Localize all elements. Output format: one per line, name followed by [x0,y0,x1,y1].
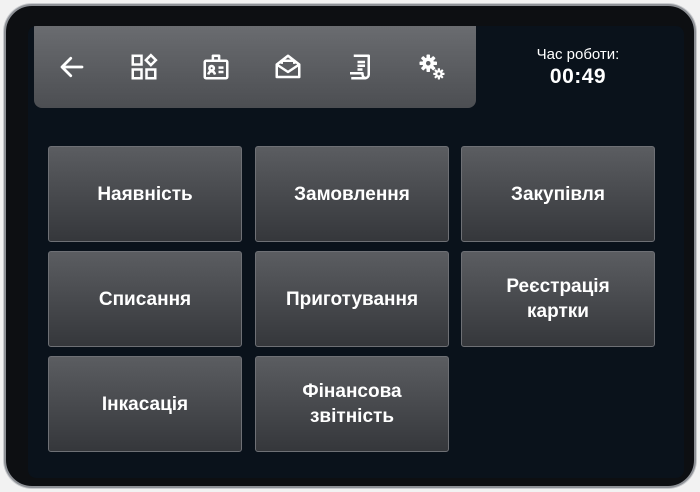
menu-tile-availability[interactable]: Наявність [48,146,242,242]
messages-button[interactable] [268,47,308,87]
id-badge-icon [203,54,229,80]
receipt-icon [350,54,370,80]
open-mail-icon [275,54,301,79]
menu-tile-label: Реєстрація картки [506,276,610,322]
menu-tile-label: Наявність [97,183,193,205]
catalog-button[interactable] [124,47,164,87]
menu-tile-preparation[interactable]: Приготування [255,251,449,347]
receipts-button[interactable] [340,47,380,87]
gears-icon [419,54,445,80]
toolbar [34,26,476,108]
timer-value: 00:49 [549,65,607,88]
menu-tile-label: Інкасація [101,393,189,415]
menu-tile-label: Замовлення [294,183,410,205]
screen: Час роботи: 00:49 Наявність Замовлення З… [28,26,684,478]
menu-tile-cash-collection[interactable]: Інкасація [48,356,242,452]
menu-tile-label: Закупівля [511,183,605,205]
menu-tile-label: Фінансова звітність [302,381,402,427]
menu-tile-label: Списання [98,288,192,310]
menu-tile-write-off[interactable]: Списання [48,251,242,347]
menu-tile-label: Приготування [285,288,419,310]
employee-button[interactable] [196,47,236,87]
arrow-left-icon [60,56,84,78]
widgets-icon [131,53,158,80]
menu-tile-purchases[interactable]: Закупівля [461,146,655,242]
back-button[interactable] [52,47,92,87]
tablet-frame: Час роботи: 00:49 Наявність Замовлення З… [4,4,696,488]
settings-button[interactable] [412,47,452,87]
work-timer: Час роботи: 00:49 [488,46,668,90]
menu-tile-card-registration[interactable]: Реєстрація картки [461,251,655,347]
timer-label: Час роботи: [536,46,620,63]
menu-tile-financial-reports[interactable]: Фінансова звітність [255,356,449,452]
menu-tile-orders[interactable]: Замовлення [255,146,449,242]
